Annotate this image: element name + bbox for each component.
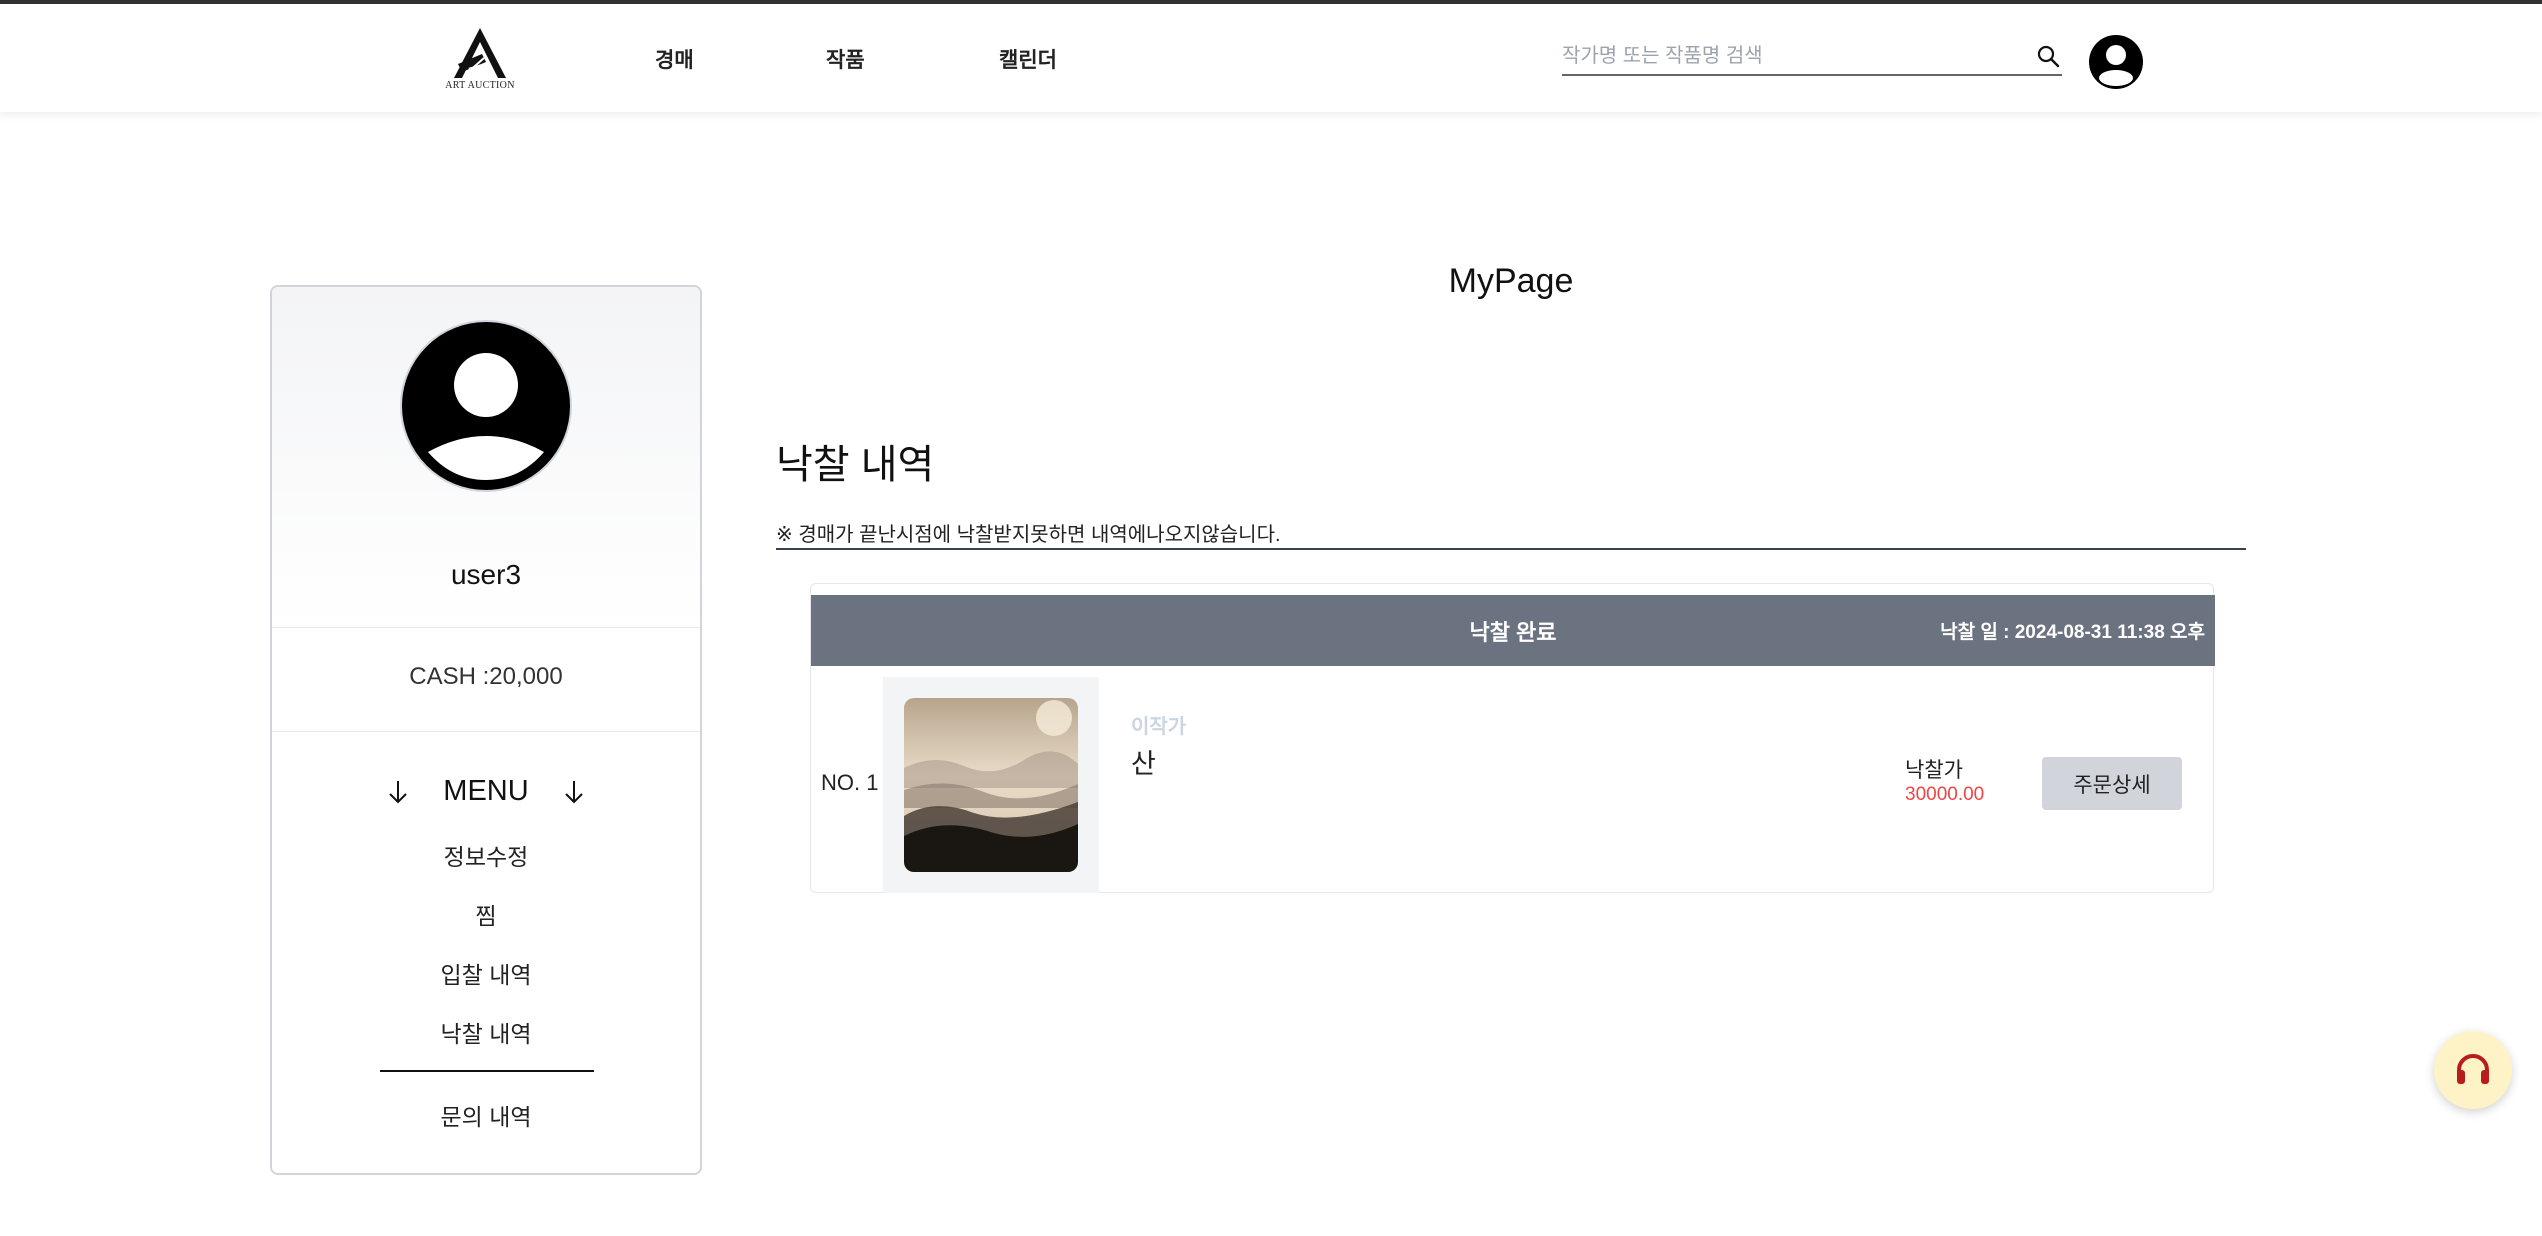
menu-item-wishlist[interactable]: 찜 (272, 897, 700, 931)
nav-calendar[interactable]: 캘린더 (999, 44, 1057, 74)
order-card: 낙찰 완료 낙찰 일 : 2024-08-31 11:38 오후 NO. 1 이… (810, 583, 2215, 893)
mypage-sidebar: user3 CASH :20,000 MENU 정보수정 찜 입찰 내역 낙찰 … (270, 285, 702, 1175)
cash-balance: CASH :20,000 (409, 663, 563, 690)
order-detail-button[interactable]: 주문상세 (2042, 757, 2182, 810)
headset-icon (2457, 1054, 2489, 1084)
divider (272, 627, 700, 628)
site-header: ART AUCTION 경매 작품 캘린더 (0, 4, 2542, 112)
order-date: 낙찰 일 : 2024-08-31 11:38 오후 (1940, 622, 2205, 643)
logo-mark-icon (454, 28, 506, 78)
user-avatar-icon[interactable] (2088, 34, 2144, 90)
arrow-down-icon (565, 780, 583, 803)
divider (776, 548, 2246, 550)
winning-price-label: 낙찰가 (1905, 759, 1963, 782)
mountain-image (904, 698, 1078, 872)
menu-item-bid-history[interactable]: 입찰 내역 (272, 956, 700, 990)
active-menu-underline (380, 1070, 594, 1072)
nav-auction[interactable]: 경매 (655, 44, 694, 74)
menu-item-won-history[interactable]: 낙찰 내역 (272, 1015, 700, 1049)
menu-item-edit-profile[interactable]: 정보수정 (272, 838, 700, 872)
logo-text: ART AUCTION (445, 80, 515, 91)
artwork-title[interactable]: 산 (1131, 742, 1156, 781)
menu-header: MENU (272, 775, 700, 811)
nav-artworks[interactable]: 작품 (826, 44, 865, 74)
search-bar (1562, 40, 2062, 76)
divider (272, 731, 700, 732)
customer-support-button[interactable] (2434, 1031, 2512, 1109)
menu-item-inquiry-history[interactable]: 문의 내역 (272, 1098, 700, 1132)
page-title: MyPage (1448, 262, 1574, 300)
menu-title: MENU (443, 775, 529, 807)
artwork-thumbnail[interactable] (904, 698, 1078, 872)
order-number: NO. 1 (821, 770, 879, 795)
search-input[interactable] (1562, 42, 2012, 70)
winning-price-value: 30000.00 (1905, 784, 1985, 805)
order-card-header: 낙찰 완료 낙찰 일 : 2024-08-31 11:38 오후 (811, 595, 2215, 666)
arrow-down-icon (389, 780, 407, 803)
search-icon[interactable] (2036, 44, 2060, 68)
brand-logo[interactable]: ART AUCTION (442, 24, 518, 94)
profile-username: user3 (450, 559, 522, 590)
notice-text: ※ 경매가 끝난시점에 낙찰받지못하면 내역에나오지않습니다. (776, 524, 1281, 546)
profile-avatar-icon (400, 320, 572, 492)
section-title: 낙찰 내역 (776, 443, 935, 487)
artist-name[interactable]: 이작가 (1131, 710, 1186, 739)
